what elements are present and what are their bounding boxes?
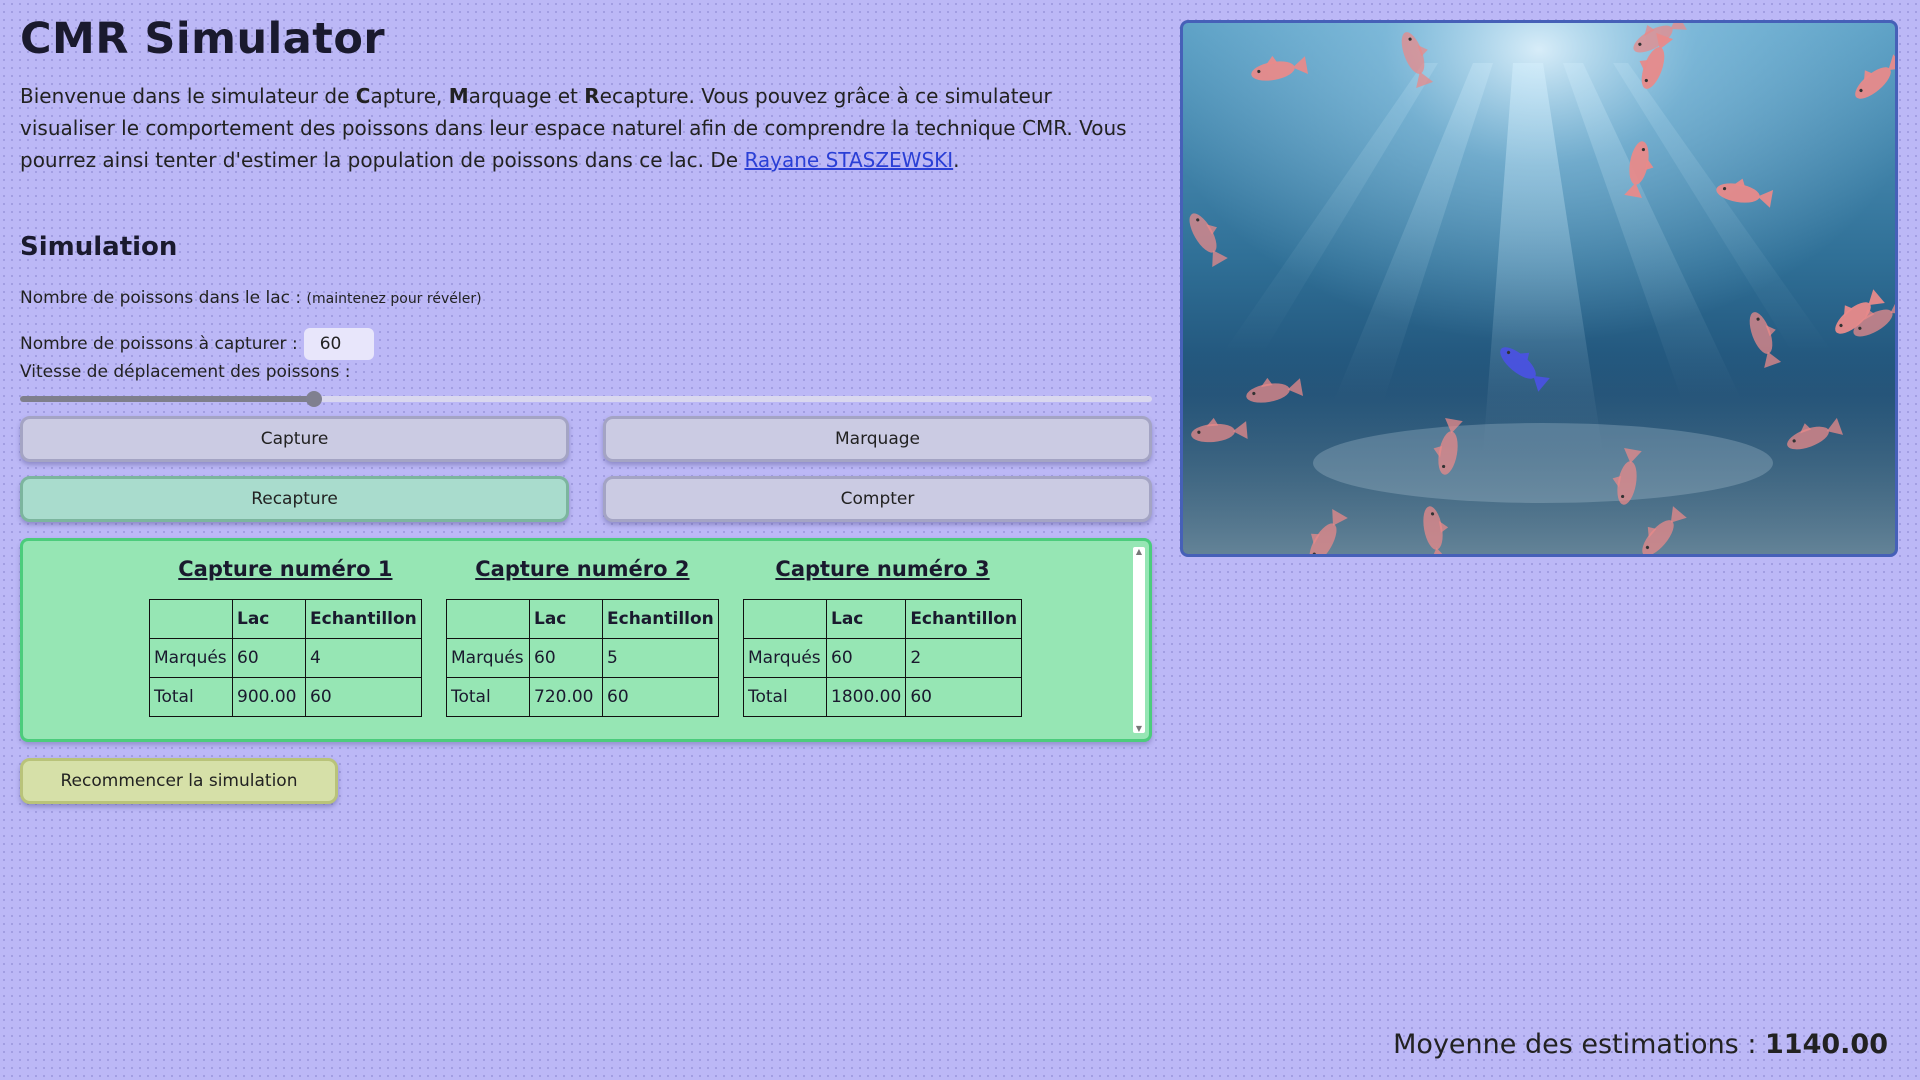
- speed-slider[interactable]: [20, 391, 1152, 407]
- fish-count-hint[interactable]: (maintenez pour révéler): [307, 291, 482, 307]
- speed-label: Vitesse de déplacement des poissons :: [20, 362, 351, 382]
- intro-letter-m: M: [448, 84, 469, 108]
- table-header-row: Lac Echantillon: [743, 599, 1023, 639]
- left-panel: CMR Simulator Bienvenue dans le simulate…: [20, 14, 1152, 804]
- intro-letter-c: C: [355, 84, 371, 108]
- restart-button[interactable]: Recommencer la simulation: [20, 758, 338, 804]
- table-header-cell: [149, 599, 233, 639]
- intro-text: Bienvenue dans le simulateur de Capture,…: [20, 80, 1152, 176]
- table-header-row: Lac Echantillon: [149, 599, 422, 639]
- capture-button[interactable]: Capture: [20, 416, 569, 462]
- table-cell: 60: [602, 677, 719, 717]
- table-header-cell: [743, 599, 827, 639]
- table-cell: 4: [305, 638, 422, 678]
- average-value: 1140.00: [1765, 1029, 1888, 1060]
- table-cell: Marqués: [446, 638, 530, 678]
- table-row: Total 720.00 60: [446, 677, 719, 717]
- table-header-cell: Echantillon: [602, 599, 719, 639]
- results-panel[interactable]: Capture numéro 1 Lac Echantillon Marqués…: [20, 538, 1152, 742]
- intro-part: arquage et: [468, 84, 585, 108]
- capture-count-row: Nombre de poissons à capturer :: [20, 328, 1152, 360]
- table-header-row: Lac Echantillon: [446, 599, 719, 639]
- table-cell: Total: [743, 677, 827, 717]
- table-cell: 60: [305, 677, 422, 717]
- table-cell: Total: [446, 677, 530, 717]
- capture-count-label: Nombre de poissons à capturer :: [20, 334, 298, 354]
- table-header-cell: Lac: [232, 599, 306, 639]
- table-row: Marqués 60 2: [743, 638, 1023, 678]
- table-cell: 900.00: [232, 677, 306, 717]
- results-scrollbar[interactable]: ▲ ▼: [1133, 547, 1145, 733]
- floor-light: [1313, 423, 1773, 503]
- scroll-down-icon[interactable]: ▼: [1133, 724, 1145, 733]
- capture-result-3: Capture numéro 3 Lac Echantillon Marqués…: [743, 557, 1023, 717]
- table-header-cell: Lac: [825, 599, 907, 639]
- table-cell: 60: [825, 638, 907, 678]
- capture-table: Lac Echantillon Marqués 60 2 Total 1800.…: [743, 599, 1023, 717]
- table-row: Marqués 60 5: [446, 638, 719, 678]
- table-cell: Total: [149, 677, 233, 717]
- speed-slider-fill: [20, 396, 315, 402]
- table-cell: 720.00: [529, 677, 603, 717]
- average-estimate: Moyenne des estimations : 1140.00: [1393, 1029, 1888, 1060]
- scroll-up-icon[interactable]: ▲: [1133, 547, 1145, 556]
- capture-result-2: Capture numéro 2 Lac Echantillon Marqués…: [446, 557, 719, 717]
- recapture-button[interactable]: Recapture: [20, 476, 569, 522]
- lake-canvas: [1183, 23, 1895, 554]
- page-title: CMR Simulator: [20, 14, 386, 64]
- table-row: Total 900.00 60: [149, 677, 422, 717]
- capture-table: Lac Echantillon Marqués 60 5 Total 720.0…: [446, 599, 719, 717]
- capture-title: Capture numéro 2: [475, 557, 690, 581]
- table-cell: 1800.00: [825, 677, 907, 717]
- table-cell: 5: [602, 638, 719, 678]
- table-header-cell: Lac: [529, 599, 603, 639]
- capture-table: Lac Echantillon Marqués 60 4 Total 900.0…: [149, 599, 422, 717]
- capture-title: Capture numéro 1: [178, 557, 393, 581]
- fish-count-row[interactable]: Nombre de poissons dans le lac : (mainte…: [20, 288, 1152, 308]
- table-row: Marqués 60 4: [149, 638, 422, 678]
- table-cell: 2: [905, 638, 1023, 678]
- simulation-heading: Simulation: [20, 232, 178, 262]
- table-cell: Marqués: [149, 638, 233, 678]
- table-row: Total 1800.00 60: [743, 677, 1023, 717]
- capture-count-input[interactable]: [303, 328, 374, 360]
- fish-count-label: Nombre de poissons dans le lac :: [20, 288, 307, 308]
- table-header-cell: Echantillon: [305, 599, 422, 639]
- compter-button[interactable]: Compter: [603, 476, 1152, 522]
- intro-part: Bienvenue dans le simulateur de: [20, 84, 356, 108]
- table-cell: Marqués: [743, 638, 827, 678]
- marquage-button[interactable]: Marquage: [603, 416, 1152, 462]
- author-link[interactable]: Rayane STASZEWSKI: [744, 148, 953, 172]
- action-buttons: Capture Marquage Recapture Compter: [20, 416, 1152, 522]
- table-header-cell: [446, 599, 530, 639]
- intro-letter-r: R: [584, 84, 600, 108]
- table-cell: 60: [529, 638, 603, 678]
- table-cell: 60: [232, 638, 306, 678]
- capture-result-1: Capture numéro 1 Lac Echantillon Marqués…: [149, 557, 422, 717]
- capture-title: Capture numéro 3: [775, 557, 990, 581]
- average-label: Moyenne des estimations :: [1393, 1029, 1766, 1060]
- speed-slider-thumb[interactable]: [306, 391, 323, 407]
- table-header-cell: Echantillon: [905, 599, 1023, 639]
- lake-view: [1180, 20, 1898, 557]
- intro-part: .: [953, 148, 960, 172]
- intro-part: apture,: [370, 84, 449, 108]
- table-cell: 60: [905, 677, 1023, 717]
